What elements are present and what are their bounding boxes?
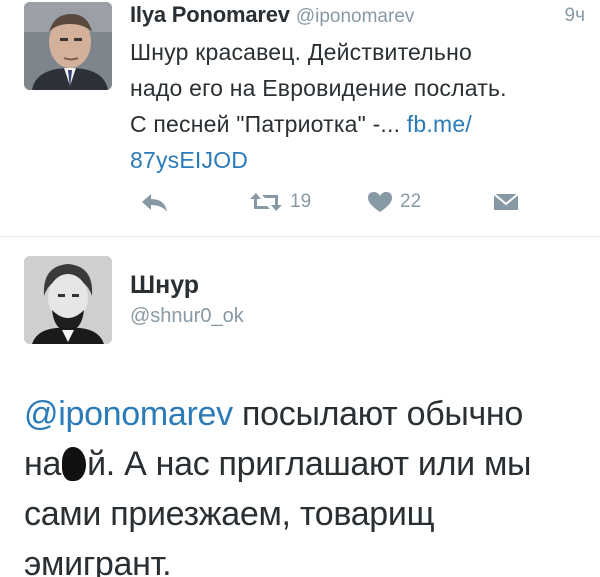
profile-photo [24,256,112,344]
like-count: 22 [400,191,422,212]
tweet-text-segment: посылают обычно [232,395,524,433]
envelope-icon [493,193,519,210]
author-name[interactable]: Ilya Ponomarev [130,2,290,27]
timestamp[interactable]: 9ч [565,5,585,27]
tweet-text: @iponomarev посылают обычно на й. А нас п… [24,389,594,577]
mention-link[interactable]: @iponomarev [24,395,233,433]
retweet-icon [250,193,282,211]
tweet-shnur[interactable]: Шнур @shnur0_ok @iponomarev посылают обы… [0,237,600,577]
tweet-text-line: @iponomarev посылают обычно [24,389,594,439]
tweet-text: Шнур красавец. Действительно надо его на… [130,34,590,178]
avatar[interactable] [24,2,112,90]
censor-blot [62,447,87,481]
tweet-text-line: С песней "Патриотка" -... fb.me/ [130,106,590,142]
retweet-count: 19 [290,191,312,212]
like-button[interactable]: 22 [366,186,421,218]
author-name[interactable]: Шнур [130,271,199,300]
tweet-link-part2[interactable]: 87ysEIJOD [130,147,248,173]
tweet-text-line: эмигрант. [24,545,172,577]
direct-message-button[interactable] [492,186,520,218]
reply-button[interactable] [140,186,170,218]
profile-photo [24,2,112,90]
tweet-text-line: Шнур красавец. Действительно [130,39,472,65]
tweet-text-line: надо его на Евровидение послать. [130,75,507,101]
avatar[interactable] [24,256,112,344]
tweet-text-line: сами приезжаем, товарищ [24,495,435,533]
tweet-text-segment: й. А нас приглашают или мы [87,445,532,483]
tweet-actions: 19 22 [130,186,530,218]
author-handle[interactable]: @shnur0_ok [130,305,244,328]
tweet-text-segment: на [24,445,62,483]
tweet-header: Ilya Ponomarev @iponomarev 9ч [130,2,585,32]
heart-icon [368,192,392,212]
tweet-text-line: 87ysEIJOD [130,142,590,178]
tweet-text-segment: С песней "Патриотка" -... [130,111,401,137]
tweet-ponomarev[interactable]: Ilya Ponomarev @iponomarev 9ч Шнур красав… [0,0,600,236]
tweet-text-line: на й. А нас приглашают или мы [24,439,594,489]
retweet-button[interactable]: 19 [248,186,311,218]
reply-icon [142,194,167,212]
tweet-link-part1[interactable]: fb.me/ [407,111,472,137]
author-handle[interactable]: @iponomarev [296,6,415,27]
